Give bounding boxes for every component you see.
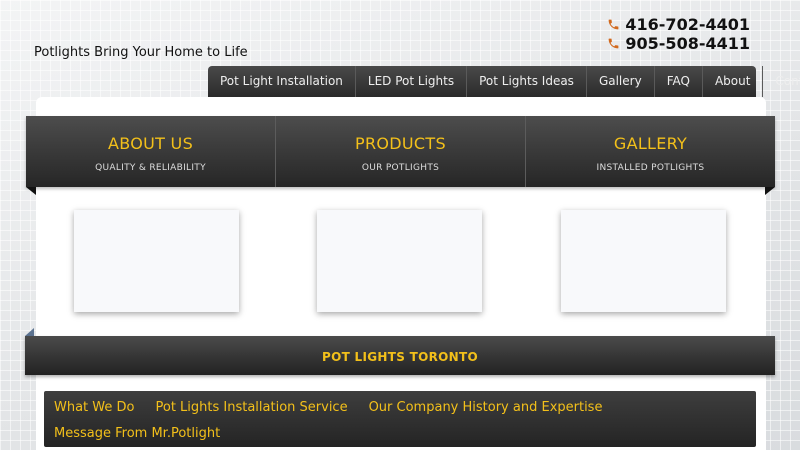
link-company-history[interactable]: Our Company History and Expertise [369,396,603,422]
thumbnail-gallery[interactable] [561,210,726,312]
phone-numbers: 416-702-4401 905-508-4411 [607,15,750,53]
section-header-bar: POT LIGHTS TORONTO [25,336,775,375]
ribbon-fold-left [26,187,36,195]
nav-item-pot-light-installation[interactable]: Pot Light Installation [208,66,356,97]
nav-item-pot-lights-ideas[interactable]: Pot Lights Ideas [467,66,587,97]
ribbon-fold-top-left [25,328,34,336]
phone-icon [609,19,619,30]
main-nav: Pot Light Installation LED Pot Lights Po… [208,66,800,97]
feature-about-us[interactable]: ABOUT US QUALITY & RELIABILITY [26,116,276,187]
phone-number-1: 416-702-4401 [625,15,750,34]
thumbnail-products[interactable] [317,210,482,312]
phone-number-2: 905-508-4411 [625,34,750,53]
feature-gallery[interactable]: GALLERY INSTALLED POTLIGHTS [526,116,775,187]
phone-icon [609,38,619,49]
nav-item-about[interactable]: About [703,66,764,97]
feature-subtitle: OUR POTLIGHTS [361,163,440,173]
nav-item-contact[interactable]: Contact [763,66,800,97]
phone-row-2[interactable]: 905-508-4411 [607,34,750,53]
link-what-we-do[interactable]: What We Do [54,396,134,422]
ribbon-fold-right [765,187,775,195]
feature-title: GALLERY [613,134,688,153]
feature-products[interactable]: PRODUCTS OUR POTLIGHTS [276,116,526,187]
nav-item-led-pot-lights[interactable]: LED Pot Lights [356,66,468,97]
feature-title: ABOUT US [107,134,194,153]
feature-subtitle: QUALITY & RELIABILITY [95,163,206,173]
feature-title: PRODUCTS [355,134,446,153]
section-title: POT LIGHTS TORONTO [321,350,479,364]
site-tagline: Potlights Bring Your Home to Life [34,45,248,60]
phone-row-1[interactable]: 416-702-4401 [607,15,750,34]
thumbnail-about-us[interactable] [74,210,239,312]
link-message-from-mr-potlight[interactable]: Message From Mr.Potlight [54,422,220,448]
nav-item-gallery[interactable]: Gallery [587,66,655,97]
nav-item-faq[interactable]: FAQ [655,66,703,97]
feature-bar: ABOUT US QUALITY & RELIABILITY PRODUCTS … [26,116,775,187]
section-links: What We Do Pot Lights Installation Servi… [44,391,756,447]
link-installation-service[interactable]: Pot Lights Installation Service [155,396,347,422]
feature-subtitle: INSTALLED POTLIGHTS [596,163,705,173]
